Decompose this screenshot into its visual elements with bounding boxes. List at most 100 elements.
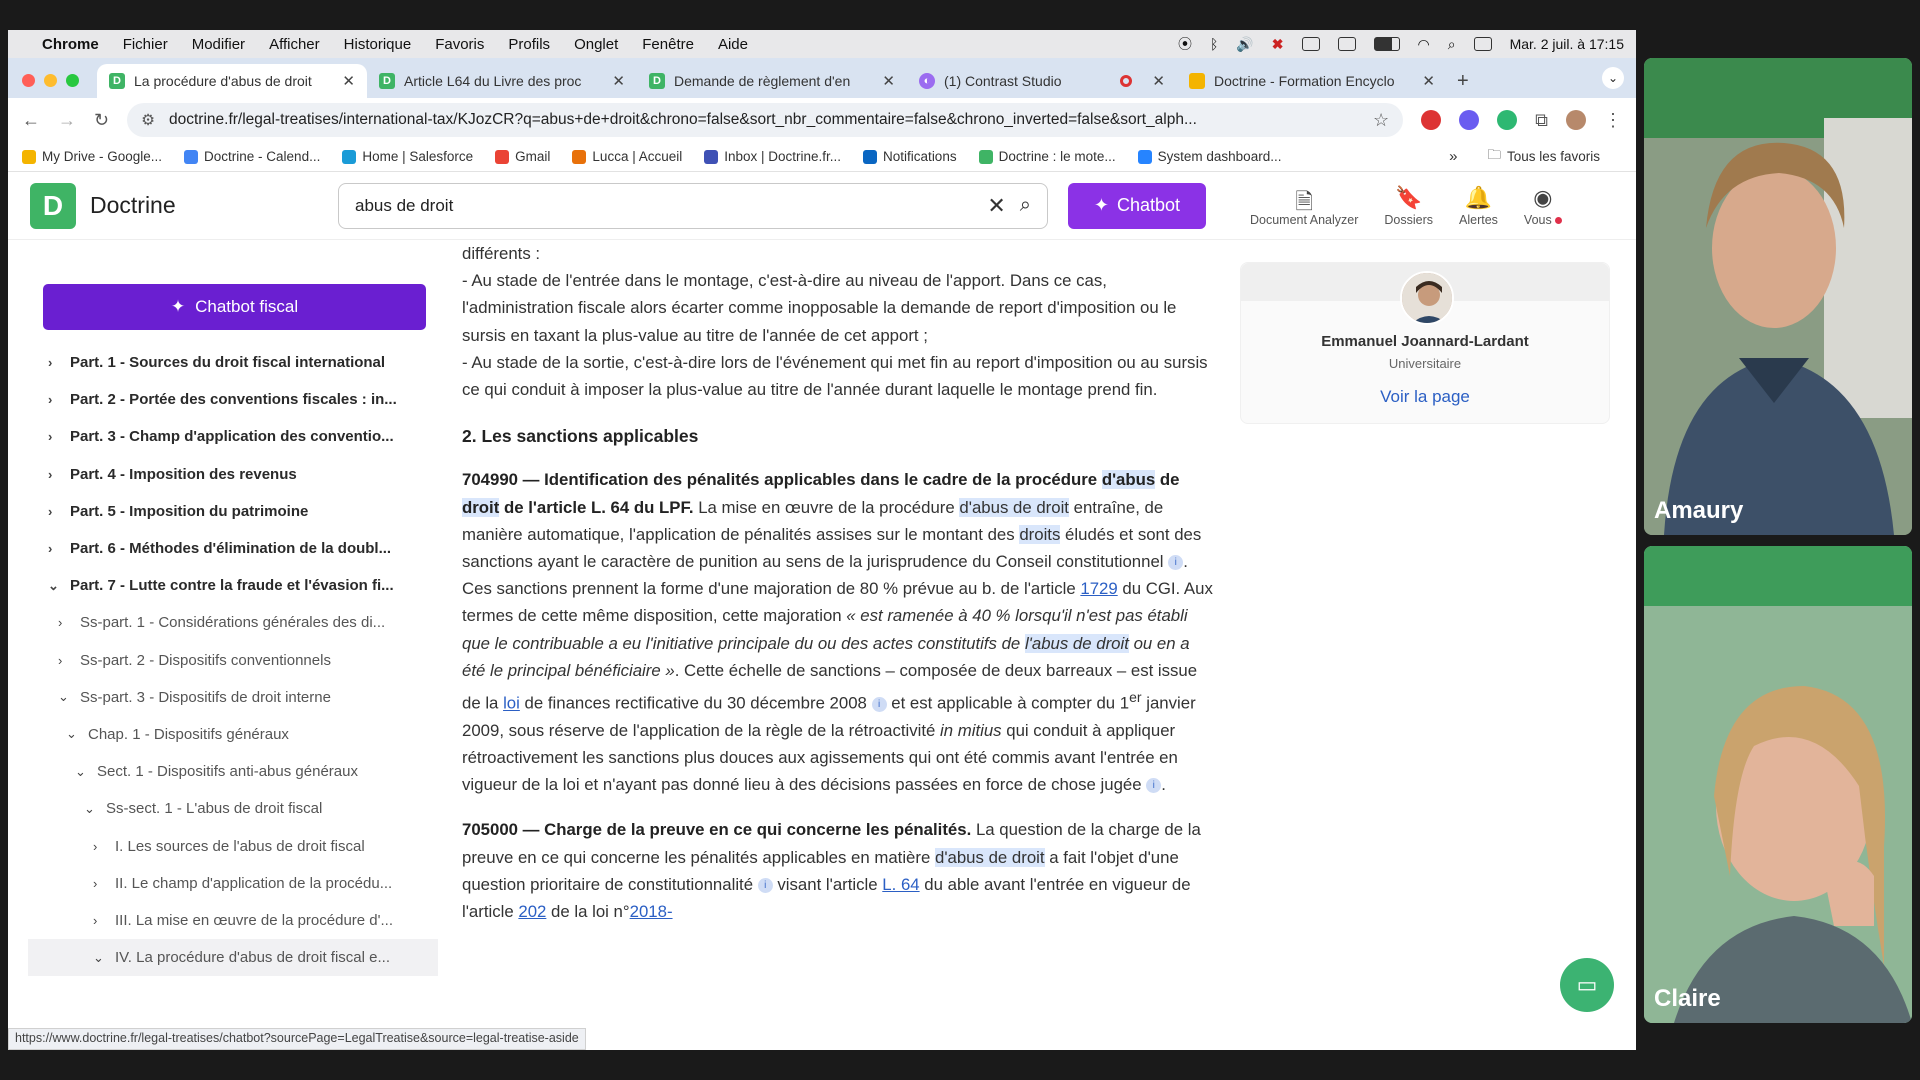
chat-support-button[interactable]: ▭ — [1560, 958, 1614, 1012]
control-center-icon[interactable] — [1473, 37, 1492, 51]
participant-tile[interactable]: Claire — [1644, 546, 1912, 1023]
chevron-right-icon[interactable]: › — [93, 876, 115, 891]
info-icon[interactable]: i — [1168, 555, 1184, 571]
new-tab-button[interactable]: + — [1457, 64, 1469, 98]
bookmark-item[interactable]: System dashboard... — [1137, 149, 1281, 164]
link-l64[interactable]: L. 64 — [882, 875, 919, 894]
bookmark-item[interactable]: Notifications — [863, 149, 957, 164]
tab[interactable]: D Article L64 du Livre des proc ✕ — [367, 64, 637, 98]
extensions-puzzle-icon[interactable]: ⧉ — [1535, 110, 1548, 131]
chevron-right-icon[interactable]: › — [48, 504, 70, 519]
bookmark-item[interactable]: Inbox | Doctrine.fr... — [704, 149, 841, 164]
toc-item[interactable]: › Part. 2 - Portée des conventions fiscal… — [28, 381, 438, 418]
chevron-down-icon[interactable]: ⌄ — [84, 801, 106, 817]
volume-icon[interactable]: 🔊 — [1236, 36, 1253, 53]
link-article-1729[interactable]: 1729 — [1080, 579, 1117, 598]
toc-item[interactable]: ⌄ Part. 7 - Lutte contre la fraude et l'é… — [28, 567, 438, 604]
zoom-window-button[interactable] — [66, 73, 79, 87]
toc-item[interactable]: › Part. 3 - Champ d'application des conve… — [28, 418, 438, 455]
menu-favoris[interactable]: Favoris — [435, 36, 484, 53]
menu-historique[interactable]: Historique — [344, 36, 412, 53]
tab-search-icon[interactable]: ⌄ — [1602, 67, 1624, 89]
chevron-right-icon[interactable]: › — [58, 615, 80, 630]
bookmark-item[interactable]: Gmail — [495, 149, 550, 164]
info-icon[interactable]: i — [871, 696, 887, 712]
chevron-right-icon[interactable]: › — [48, 429, 70, 444]
display-icon[interactable] — [1301, 37, 1320, 51]
bookmark-item[interactable]: Doctrine : le mote... — [978, 149, 1116, 164]
menu-app[interactable]: Chrome — [42, 36, 99, 53]
chevron-right-icon[interactable]: › — [48, 467, 70, 482]
toc-item[interactable]: ⌄ Ss-part. 3 - Dispositifs de droit inter… — [28, 679, 438, 716]
calendar-icon[interactable] — [1337, 37, 1356, 51]
chevron-down-icon[interactable]: ⌄ — [75, 764, 97, 780]
site-settings-icon[interactable]: ⚙ — [141, 111, 155, 130]
bookmark-star-icon[interactable]: ☆ — [1373, 110, 1389, 131]
author-page-link[interactable]: Voir la page — [1241, 387, 1609, 407]
toc-item[interactable]: › Part. 1 - Sources du droit fiscal inter… — [28, 344, 438, 381]
bookmark-item[interactable]: Doctrine - Calend... — [184, 149, 320, 164]
chevron-right-icon[interactable]: › — [58, 653, 80, 668]
battery-icon[interactable] — [1373, 37, 1400, 51]
toc-item[interactable]: › Ss-part. 2 - Dispositifs conventionnels — [28, 642, 438, 679]
doctrine-logo[interactable]: D Doctrine — [30, 182, 338, 229]
toc-item[interactable]: › Part. 6 - Méthodes d'élimination de la … — [28, 530, 438, 567]
toc-item[interactable]: ⌄ Chap. 1 - Dispositifs généraux — [28, 716, 438, 753]
extension-icon[interactable] — [1497, 110, 1518, 130]
menu-fichier[interactable]: Fichier — [123, 36, 168, 53]
close-tab-icon[interactable]: ✕ — [882, 72, 895, 90]
more-bookmarks-icon[interactable]: » — [1449, 148, 1457, 165]
menu-fenetre[interactable]: Fenêtre — [642, 36, 694, 53]
menu-afficher[interactable]: Afficher — [269, 36, 320, 53]
clear-search-icon[interactable]: ✕ — [987, 193, 1005, 219]
menu-aide[interactable]: Aide — [718, 36, 748, 53]
search-bar[interactable]: abus de droit ✕ ⌕ — [338, 182, 1048, 229]
bookmark-item[interactable]: Lucca | Accueil — [572, 149, 682, 164]
toc-item[interactable]: › Part. 4 - Imposition des revenus — [28, 456, 438, 493]
back-icon[interactable]: ← — [22, 110, 40, 131]
chatbot-button[interactable]: ✦ Chatbot — [1068, 182, 1206, 229]
nav-document-analyzer[interactable]: 🗎 Document Analyzer — [1250, 185, 1358, 227]
close-window-button[interactable] — [22, 73, 35, 87]
chevron-right-icon[interactable]: › — [48, 392, 70, 407]
tab[interactable]: Doctrine - Formation Encyclo ✕ — [1177, 64, 1447, 98]
info-icon[interactable]: i — [1146, 778, 1162, 794]
search-icon[interactable]: ⌕ — [1020, 194, 1031, 217]
chevron-down-icon[interactable]: ⌄ — [93, 950, 115, 966]
app-status-icon[interactable]: ✖ — [1272, 36, 1284, 53]
chatbot-fiscal-button[interactable]: ✦ Chatbot fiscal — [43, 284, 426, 330]
participant-tile[interactable]: Amaury — [1644, 58, 1912, 535]
screen-record-icon[interactable]: ⦿ — [1178, 34, 1192, 54]
minimize-window-button[interactable] — [44, 73, 57, 87]
search-input[interactable]: abus de droit — [355, 196, 987, 216]
chevron-down-icon[interactable]: ⌄ — [48, 578, 70, 594]
menu-modifier[interactable]: Modifier — [192, 36, 245, 53]
reload-icon[interactable]: ↻ — [94, 110, 109, 131]
toc-item[interactable]: ⌄ Sect. 1 - Dispositifs anti-abus générau… — [28, 753, 438, 790]
chevron-right-icon[interactable]: › — [48, 355, 70, 370]
menu-profils[interactable]: Profils — [508, 36, 550, 53]
browser-menu-icon[interactable]: ⋮ — [1604, 110, 1622, 131]
forward-icon[interactable]: → — [58, 110, 76, 131]
toc-item[interactable]: › Ss-part. 1 - Considérations générales d… — [28, 604, 438, 641]
close-tab-icon[interactable]: ✕ — [342, 72, 355, 90]
chevron-right-icon[interactable]: › — [93, 913, 115, 928]
chevron-right-icon[interactable]: › — [93, 839, 115, 854]
bluetooth-icon[interactable]: ᛒ — [1210, 36, 1218, 52]
spotlight-icon[interactable]: ⌕ — [1448, 36, 1456, 53]
tab[interactable]: D Demande de règlement d'en ✕ — [637, 64, 907, 98]
toc-item[interactable]: › II. Le champ d'application de la procéd… — [28, 865, 438, 902]
address-bar[interactable]: ⚙ doctrine.fr/legal-treatises/internatio… — [127, 103, 1404, 137]
toc-item[interactable]: ⌄ IV. La procédure d'abus de droit fiscal… — [28, 939, 438, 977]
extension-icon[interactable] — [1459, 110, 1480, 130]
wifi-icon[interactable]: ◠ — [1418, 36, 1430, 53]
chevron-down-icon[interactable]: ⌄ — [66, 726, 88, 742]
toc-item[interactable]: › III. La mise en œuvre de la procédure d… — [28, 902, 438, 939]
chevron-right-icon[interactable]: › — [48, 541, 70, 556]
bookmark-item[interactable]: Home | Salesforce — [342, 149, 473, 164]
menu-onglet[interactable]: Onglet — [574, 36, 618, 53]
toc-item[interactable]: › I. Les sources de l'abus de droit fisca… — [28, 827, 438, 864]
link-loi[interactable]: loi — [503, 694, 520, 713]
profile-avatar[interactable] — [1566, 110, 1586, 130]
chevron-down-icon[interactable]: ⌄ — [58, 689, 80, 705]
